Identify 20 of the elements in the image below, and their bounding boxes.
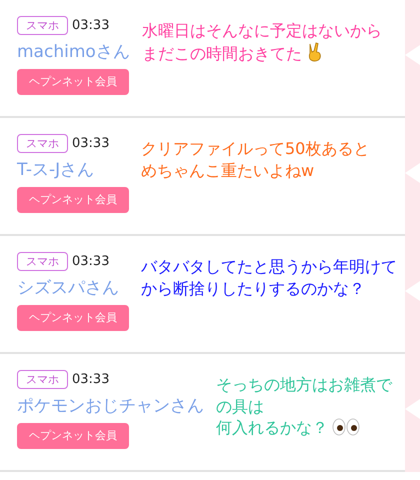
post-time: 03:33 xyxy=(72,17,110,35)
post-time: 03:33 xyxy=(72,253,110,271)
post-time: 03:33 xyxy=(72,135,110,153)
device-tag: スマホ xyxy=(17,370,68,390)
device-tag: スマホ xyxy=(17,252,68,272)
member-button[interactable]: ヘプンネット会員 xyxy=(17,423,129,449)
user-name[interactable]: シズスパさん xyxy=(17,276,129,301)
member-button[interactable]: ヘプンネット会員 xyxy=(17,305,129,331)
post-time: 03:33 xyxy=(72,371,110,389)
user-name[interactable]: ポケモンおじチャンさん xyxy=(17,394,204,419)
handwritten-caption: バタバタしてたと思うから年明けて から断捨りしたりするのかな？ xyxy=(141,256,397,300)
handwritten-caption: クリアファイルって50枚あると めちゃんこ重たいよねw xyxy=(141,138,370,182)
user-name[interactable]: machimoさん xyxy=(17,40,130,65)
member-button[interactable]: ヘプンネット会員 xyxy=(17,69,129,95)
member-button[interactable]: ヘプンネット会員 xyxy=(17,187,129,213)
device-tag: スマホ xyxy=(17,16,68,36)
handwritten-caption: 水曜日はそんなに予定はないから まだこの時間おきてた xyxy=(142,20,383,65)
user-name[interactable]: T-ス-Jさん xyxy=(17,158,129,183)
device-tag: スマホ xyxy=(17,134,68,154)
handwritten-caption: そっちの地方はお雑煮での具は 何入れるかな？ xyxy=(216,374,394,440)
